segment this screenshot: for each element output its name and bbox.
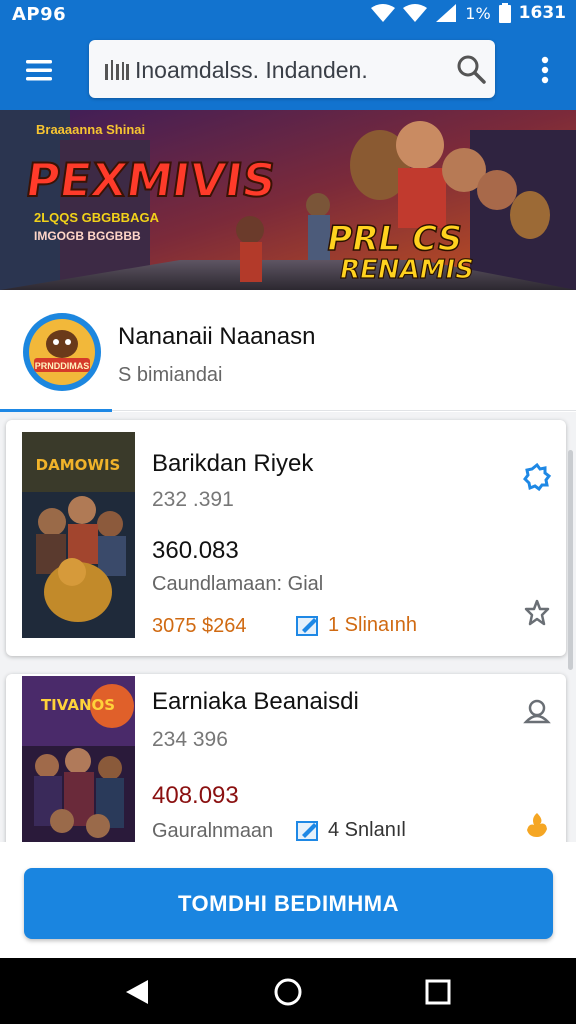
item-extra-price: 3075 $264 — [152, 615, 247, 637]
item-label: Gauralnmaan — [152, 820, 274, 842]
item-price: 360.083 — [152, 537, 239, 564]
status-bar-indicators: 1% 1631 — [371, 3, 566, 23]
signal-icon — [436, 4, 457, 22]
more-vert-icon[interactable] — [530, 52, 560, 88]
item-poster-image: TIVANOS — [22, 676, 135, 842]
edit-icon — [296, 616, 318, 636]
publisher-name: Nananaii Naanasn — [118, 323, 316, 350]
wifi-icon — [403, 4, 428, 22]
status-bar-carrier: AP96 — [12, 4, 67, 25]
search-box[interactable]: Inoamdalss. Indanden. — [89, 40, 495, 98]
item-poster-image: DAMOWIS — [22, 432, 135, 638]
avatar-text: PRNDDIMAS — [35, 361, 90, 371]
banner-subtitle-2: IMGOGB BGGBBB — [34, 229, 141, 243]
scrollbar[interactable] — [568, 450, 573, 670]
wifi-icon — [371, 4, 396, 22]
system-nav-bar — [0, 958, 576, 1024]
item-label: Caundlamaan: Gial — [152, 573, 324, 595]
battery-icon — [498, 3, 511, 23]
footer: TOMDHI BEDIMHMA — [0, 842, 576, 958]
barcode-icon — [105, 60, 129, 80]
list-item[interactable]: DAMOWIS Barikdan Riyek 232 .391 360.083 … — [6, 420, 566, 656]
banner-small-logo: Braaaanna Shinai — [36, 122, 145, 137]
settings-icon[interactable] — [522, 462, 552, 492]
banner-title-right-2: RENAMIS — [337, 255, 476, 285]
banner-title-left: PEXMIVIS — [22, 153, 279, 207]
edit-icon — [296, 821, 318, 841]
item-title: Barikdan Riyek — [152, 450, 314, 477]
recents-icon[interactable] — [418, 972, 458, 1012]
item-title: Earniaka Beanaisdi — [152, 688, 359, 715]
promo-banner[interactable]: Braaaanna Shinai PEXMIVIS 2LQQS GBGBBAGA… — [0, 110, 576, 290]
list-item[interactable]: TIVANOS Earniaka Beanaisdi 234 396 408.0… — [6, 674, 566, 842]
item-badge-text: 4 Snlanıl — [328, 818, 406, 841]
status-bar: AP96 1% 1631 — [0, 0, 576, 30]
item-badge[interactable]: 1 Slinaınh — [296, 613, 417, 637]
star-outline-icon[interactable] — [522, 598, 552, 628]
item-code: 234 396 — [152, 728, 228, 751]
publisher-header[interactable]: PRNDDIMAS Nananaii Naanasn S bimiandai — [0, 290, 576, 412]
poster-title: TIVANOS — [41, 696, 115, 714]
avatar: PRNDDIMAS — [23, 313, 101, 391]
primary-action-button[interactable]: TOMDHI BEDIMHMA — [24, 868, 553, 939]
battery-percent: 1% — [465, 3, 491, 23]
menu-icon[interactable] — [22, 52, 58, 88]
header-divider — [112, 410, 576, 411]
back-icon[interactable] — [118, 972, 158, 1012]
banner-subtitle-1: 2LQQS GBGBBAGA — [34, 210, 160, 225]
item-code: 232 .391 — [152, 488, 234, 511]
banner-artwork: Braaaanna Shinai PEXMIVIS 2LQQS GBGBBAGA… — [0, 110, 576, 290]
app-bar: Inoamdalss. Indanden. — [0, 30, 576, 110]
product-list: DAMOWIS Barikdan Riyek 232 .391 360.083 … — [0, 412, 576, 842]
fire-icon[interactable] — [522, 810, 552, 840]
person-outline-icon[interactable] — [522, 696, 552, 726]
item-price: 408.093 — [152, 782, 239, 809]
home-icon[interactable] — [268, 972, 308, 1012]
status-time: 1631 — [518, 3, 566, 23]
poster-title: DAMOWIS — [36, 456, 121, 474]
publisher-subtitle: S bimiandai — [118, 364, 223, 386]
item-badge-text: 1 Slinaınh — [328, 613, 417, 636]
item-badge[interactable]: 4 Snlanıl — [296, 818, 406, 842]
search-input[interactable]: Inoamdalss. Indanden. — [135, 57, 368, 84]
search-icon[interactable] — [455, 53, 487, 85]
banner-title-right-1: PRL CS — [324, 219, 466, 259]
